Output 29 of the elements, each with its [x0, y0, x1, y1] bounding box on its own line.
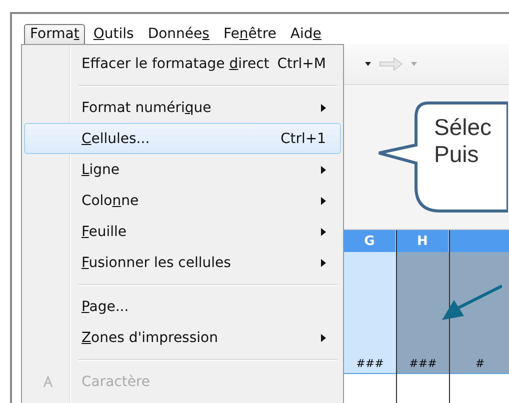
- callout-text: Sélec: [434, 114, 492, 141]
- menu-item[interactable]: Format numérique: [24, 92, 341, 123]
- menu-item[interactable]: Page...: [24, 291, 341, 322]
- callout-text: Puis: [434, 141, 480, 168]
- submenu-arrow-icon: [321, 196, 326, 204]
- character-icon: [42, 376, 54, 388]
- table-cell: ###: [344, 357, 396, 374]
- table-cell: ###: [397, 357, 449, 374]
- menu-item[interactable]: Effacer le formatage direct Ctrl+M: [24, 48, 341, 79]
- menu-item[interactable]: Fusionner les cellules: [24, 247, 341, 278]
- submenu-arrow-icon: [321, 258, 326, 266]
- shortcut-label: Ctrl+1: [280, 130, 326, 146]
- menu-item[interactable]: Cellules... Ctrl+1: [24, 123, 341, 154]
- menu-item[interactable]: Colonne: [24, 185, 341, 216]
- caret-icon[interactable]: [364, 61, 372, 67]
- table-cell: #: [450, 357, 509, 374]
- menu-bar-item[interactable]: Fenêtre: [217, 24, 282, 48]
- menu-item[interactable]: Zones d'impression: [24, 322, 341, 353]
- submenu-arrow-icon: [321, 228, 326, 236]
- menu-bar-item[interactable]: Outils: [87, 24, 140, 48]
- shortcut-label: Ctrl+M: [277, 56, 326, 72]
- menu-item[interactable]: Feuille: [24, 216, 341, 247]
- menu-bar-item[interactable]: Aide: [284, 24, 328, 48]
- submenu-arrow-icon: [321, 166, 326, 174]
- menu-item[interactable]: Ligne: [24, 154, 341, 185]
- redo-arrow-icon[interactable]: [378, 56, 404, 72]
- submenu-arrow-icon: [321, 334, 326, 342]
- menu-bar-item[interactable]: Données: [142, 24, 216, 48]
- submenu-arrow-icon: [321, 104, 326, 112]
